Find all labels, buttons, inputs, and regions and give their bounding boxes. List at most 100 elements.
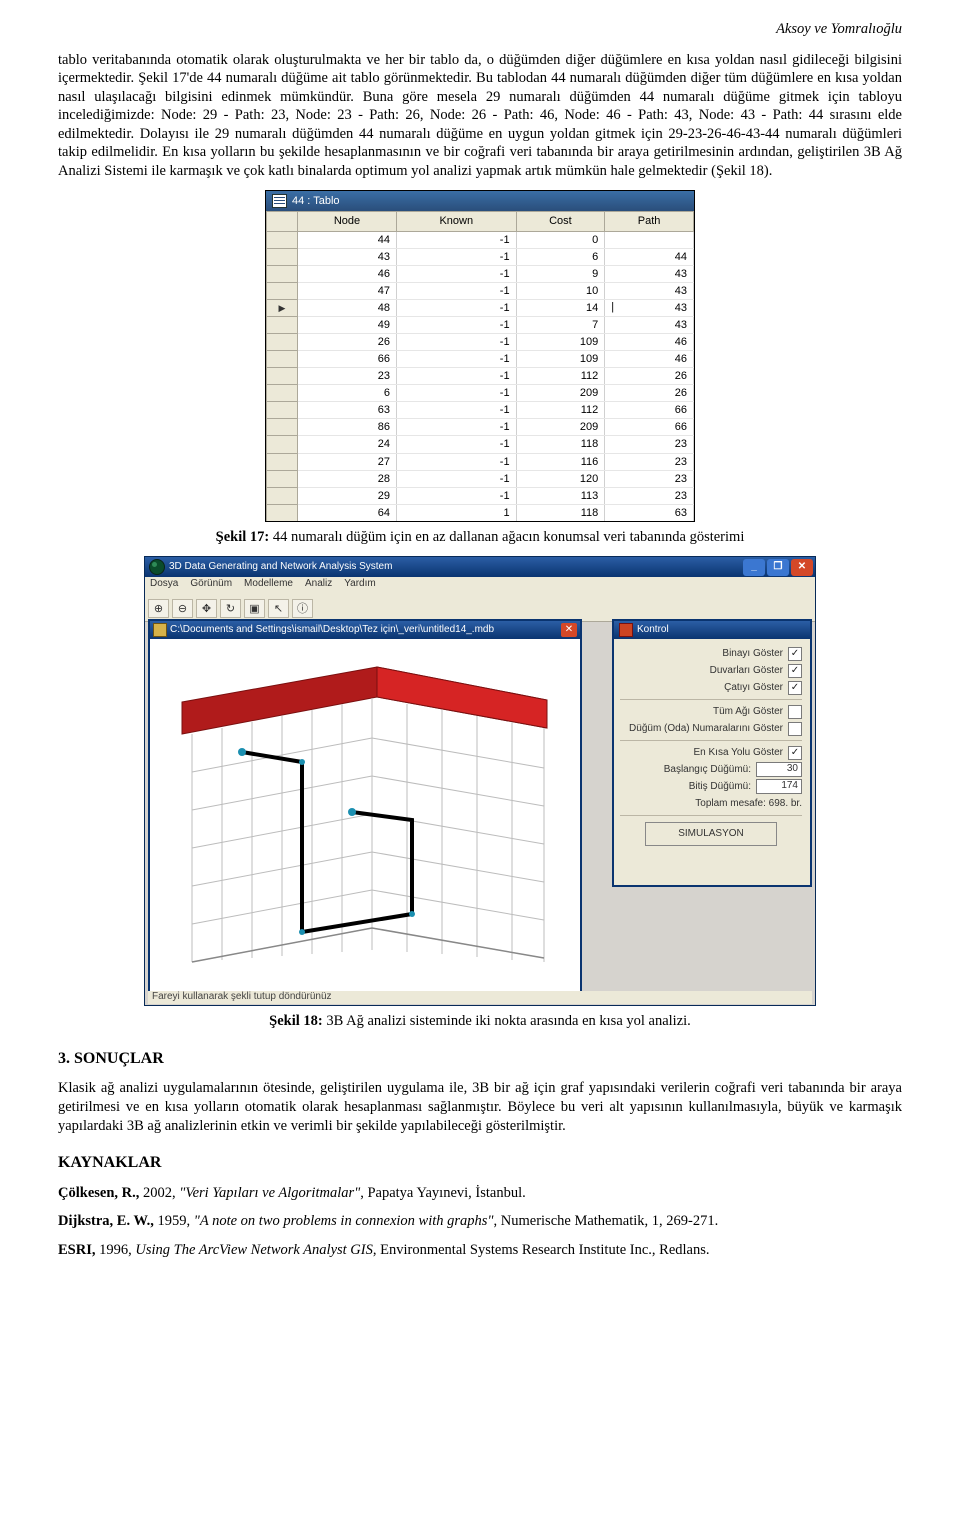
section-kaynaklar: KAYNAKLAR	[58, 1153, 902, 1173]
chk-kisayol[interactable]: ✓	[788, 746, 802, 760]
fig17-title-text: 44 : Tablo	[292, 194, 340, 208]
row-selector[interactable]	[267, 504, 298, 521]
fig18-doc-window: C:\Documents and Settings\ismail\Desktop…	[148, 619, 582, 993]
fig18-caption-text: 3B Ağ analizi sisteminde iki nokta arası…	[323, 1013, 691, 1029]
menu-gorunum[interactable]: Görünüm	[190, 578, 232, 595]
fig17-caption: Şekil 17: 44 numaralı düğüm için en az d…	[58, 528, 902, 547]
ref1-author: Çölkesen, R.,	[58, 1185, 139, 1201]
row-selector[interactable]	[267, 299, 298, 316]
ref-esri: ESRI, 1996, Using The ArcView Network An…	[58, 1241, 902, 1260]
building-3d-canvas[interactable]	[152, 641, 578, 989]
end-node-input[interactable]: 174	[756, 779, 802, 794]
cell-path: 44	[605, 248, 694, 265]
running-head-authors: Aksoy ve Yomralıoğlu	[58, 20, 902, 39]
cell-known: -1	[396, 470, 516, 487]
row-selector[interactable]	[267, 436, 298, 453]
cell-node: 29	[298, 487, 397, 504]
cell-path: 26	[605, 368, 694, 385]
cell-cost: 120	[516, 470, 605, 487]
cell-path: 43	[605, 265, 694, 282]
menu-analiz[interactable]: Analiz	[305, 578, 332, 595]
chk-bina[interactable]: ✓	[788, 647, 802, 661]
cell-cost: 209	[516, 385, 605, 402]
cell-path: 63	[605, 504, 694, 521]
cell-path: 43	[605, 316, 694, 333]
ref1-rest: , Papatya Yayınevi, İstanbul.	[360, 1185, 526, 1201]
row-selector[interactable]	[267, 487, 298, 504]
window-buttons: _ ❐ ✕	[743, 559, 813, 576]
cell-node: 64	[298, 504, 397, 521]
row-selector[interactable]	[267, 334, 298, 351]
menu-yardim[interactable]: Yardım	[344, 578, 376, 595]
cell-cost: 112	[516, 402, 605, 419]
chk-duvar[interactable]: ✓	[788, 664, 802, 678]
fig18-title-text: 3D Data Generating and Network Analysis …	[169, 561, 392, 574]
row-selector[interactable]	[267, 453, 298, 470]
cell-node: 43	[298, 248, 397, 265]
menu-modelleme[interactable]: Modelleme	[244, 578, 293, 595]
maximize-button[interactable]: ❐	[767, 559, 789, 576]
chk-bina-label: Binayı Göster	[722, 648, 783, 661]
chk-tumag[interactable]	[788, 705, 802, 719]
identify-icon[interactable]: ⓘ	[292, 599, 313, 618]
zoomout-icon[interactable]: ⊖	[172, 599, 193, 618]
row-selector[interactable]	[267, 368, 298, 385]
mdb-icon	[153, 623, 167, 637]
rowselector-header	[267, 212, 298, 231]
cursor-icon[interactable]: ↖	[268, 599, 289, 618]
cell-node: 24	[298, 436, 397, 453]
cell-known: -1	[396, 385, 516, 402]
pan-icon[interactable]: ✥	[196, 599, 217, 618]
chk-cati[interactable]: ✓	[788, 681, 802, 695]
menu-dosya[interactable]: Dosya	[150, 578, 178, 595]
chk-odanum[interactable]	[788, 722, 802, 736]
row-selector[interactable]	[267, 265, 298, 282]
row-selector[interactable]	[267, 316, 298, 333]
cell-node: 23	[298, 368, 397, 385]
fig17-titlebar: 44 : Tablo	[266, 191, 694, 211]
ref1-year: 2002,	[139, 1185, 179, 1201]
ref3-rest: , Environmental Systems Research Institu…	[373, 1242, 710, 1258]
cell-node: 63	[298, 402, 397, 419]
ref2-title: "A note on two problems in connexion wit…	[194, 1213, 494, 1229]
row-selector[interactable]	[267, 351, 298, 368]
doc-close-button[interactable]: ✕	[561, 623, 577, 637]
fig18-caption: Şekil 18: 3B Ağ analizi sisteminde iki n…	[58, 1012, 902, 1031]
row-selector[interactable]	[267, 282, 298, 299]
ref-colkesen: Çölkesen, R., 2002, "Veri Yapıları ve Al…	[58, 1184, 902, 1203]
fig18-doc-title: C:\Documents and Settings\ismail\Desktop…	[170, 624, 494, 637]
zoom-extent-icon[interactable]: ▣	[244, 599, 265, 618]
cell-known: -1	[396, 265, 516, 282]
minimize-button[interactable]: _	[743, 559, 765, 576]
cell-node: 26	[298, 334, 397, 351]
row-selector[interactable]	[267, 470, 298, 487]
cell-cost: 0	[516, 231, 605, 248]
row-selector[interactable]	[267, 385, 298, 402]
chk-kisayol-label: En Kısa Yolu Göster	[693, 747, 783, 760]
zoomin-icon[interactable]: ⊕	[148, 599, 169, 618]
start-node-input[interactable]: 30	[756, 762, 802, 777]
row-selector[interactable]	[267, 231, 298, 248]
row-selector[interactable]	[267, 248, 298, 265]
fig18-app-window: 3D Data Generating and Network Analysis …	[144, 556, 816, 1006]
close-button[interactable]: ✕	[791, 559, 813, 576]
cell-path: 46	[605, 351, 694, 368]
row-selector[interactable]	[267, 402, 298, 419]
cell-known: -1	[396, 419, 516, 436]
col-cost: Cost	[516, 212, 605, 231]
cell-cost: 9	[516, 265, 605, 282]
cell-cost: 7	[516, 316, 605, 333]
cell-cost: 116	[516, 453, 605, 470]
chk-odanum-label: Düğüm (Oda) Numaralarını Göster	[629, 723, 783, 736]
cell-cost: 14	[516, 299, 605, 316]
cell-known: 1	[396, 504, 516, 521]
globe-icon	[149, 559, 165, 575]
rotate-icon[interactable]: ↻	[220, 599, 241, 618]
cell-known: -1	[396, 487, 516, 504]
row-selector[interactable]	[267, 419, 298, 436]
ref-dijkstra: Dijkstra, E. W., 1959, "A note on two pr…	[58, 1212, 902, 1231]
cell-cost: 109	[516, 334, 605, 351]
fig17-caption-text: 44 numaralı düğüm için en az dallanan ağ…	[269, 529, 744, 545]
col-path: Path	[605, 212, 694, 231]
simulasyon-button[interactable]: SIMULASYON	[645, 822, 777, 846]
